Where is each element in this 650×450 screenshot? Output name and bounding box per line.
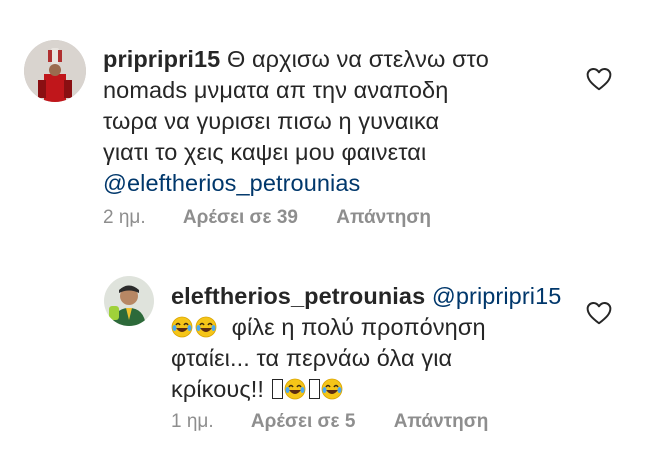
- likes-count-link[interactable]: Αρέσει σε 5: [251, 411, 355, 433]
- heart-outline-icon[interactable]: [586, 301, 612, 325]
- face-with-tears-of-joy-emoji: [284, 377, 306, 400]
- avatar[interactable]: [24, 40, 86, 102]
- face-with-tears-of-joy-emoji: [195, 315, 217, 338]
- mention-link[interactable]: @pripripri15: [432, 283, 562, 309]
- reply-button[interactable]: Απάντηση: [394, 411, 489, 433]
- comment-username[interactable]: pripripri15: [103, 46, 220, 72]
- comment-text-line: nomads μνματα απ την αναποδη: [103, 77, 449, 103]
- comment-timestamp: 2 ημ.: [103, 207, 146, 228]
- reply-button[interactable]: Απάντηση: [336, 207, 431, 229]
- comment-text-line: κρίκους!!: [171, 376, 265, 402]
- mention-link[interactable]: @eleftherios_petrounias: [103, 170, 360, 196]
- heart-outline-icon[interactable]: [586, 67, 612, 91]
- comment-text-line: γιατι το χεις καψει μου φαινεται: [103, 139, 427, 165]
- avatar[interactable]: [104, 276, 154, 326]
- comment-text-line: τωρα να γυρισει πισω η γυναικα: [103, 108, 440, 134]
- comment-text-line: φίλε η πολύ προπόνηση: [231, 314, 486, 340]
- face-with-tears-of-joy-emoji: [321, 377, 343, 400]
- comment-text-line: Θ αρχισω να στελνω στο: [226, 46, 489, 72]
- missing-glyph-box: [271, 379, 283, 399]
- comment-username[interactable]: eleftherios_petrounias: [171, 283, 425, 309]
- likes-count-link[interactable]: Αρέσει σε 39: [183, 207, 298, 229]
- comment-text-line: φταίει... τα περνάω όλα για: [171, 345, 453, 371]
- missing-glyph-box: [308, 379, 320, 399]
- face-with-tears-of-joy-emoji: [171, 315, 193, 338]
- comment-timestamp: 1 ημ.: [171, 411, 214, 432]
